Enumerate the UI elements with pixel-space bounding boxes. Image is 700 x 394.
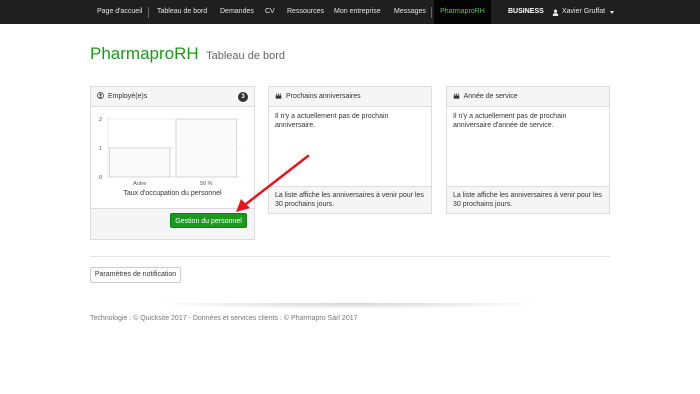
nav-messages[interactable]: Messages <box>394 0 426 24</box>
birthdays-panel: Prochains anniversaires Il n'y a actuell… <box>268 86 432 214</box>
user-circle-icon <box>97 92 104 99</box>
y-tick-label: 0 <box>99 175 102 181</box>
bar-1 <box>109 147 171 178</box>
nav-separator <box>431 7 432 18</box>
brand-title: PharmaproRH <box>90 44 199 63</box>
panel-body: Il n'y a actuellement pas de prochain an… <box>275 113 389 129</box>
cake-icon <box>275 93 282 99</box>
top-navbar: Page d'accueil Tableau de bord Demandes … <box>0 0 700 24</box>
panel-title: Prochains anniversaires <box>285 93 361 100</box>
x-tick-label: 50 % <box>200 181 213 187</box>
nav-home[interactable]: Page d'accueil <box>97 0 142 24</box>
panel-heading: Employé(e)s 3 <box>91 87 254 107</box>
page-title: PharmaproRH Tableau de bord <box>90 44 285 64</box>
nav-separator <box>148 7 149 18</box>
panel-footer: La liste affiche les anniversaires à ven… <box>269 186 431 213</box>
nav-cv[interactable]: CV <box>265 0 275 24</box>
panel-heading: Année de service <box>447 87 609 107</box>
caret-down-icon <box>610 10 615 14</box>
service-years-panel: Année de service Il n'y a actuellement p… <box>446 86 610 214</box>
chart-caption: Taux d'occupation du personnel <box>123 190 222 197</box>
user-name: Xavier Gruffat <box>562 8 606 15</box>
y-tick-label: 2 <box>99 117 102 123</box>
nav-my-company[interactable]: Mon entreprise <box>334 0 381 24</box>
panel-footer: La liste affiche les anniversaires à ven… <box>447 186 609 213</box>
nav-pharmaprorh[interactable]: PharmaproRH <box>434 0 491 24</box>
panel-title: Année de service <box>463 93 518 100</box>
nav-business[interactable]: BUSINESS <box>508 0 544 24</box>
x-tick-label: Autre <box>133 181 146 187</box>
footer-copyright: Technologie : © Quicksite 2017 - Données… <box>90 315 358 322</box>
y-tick-label: 1 <box>99 146 102 152</box>
user-menu[interactable]: Xavier Gruffat <box>552 0 615 24</box>
employee-count-badge: 3 <box>238 92 248 102</box>
panel-body: Il n'y a actuellement pas de prochain an… <box>453 113 567 129</box>
user-icon <box>552 8 559 16</box>
bar-2 <box>175 118 237 178</box>
nav-resources[interactable]: Ressources <box>287 0 324 24</box>
panel-footer: Gestion du personnel <box>91 208 254 239</box>
nav-requests[interactable]: Demandes <box>220 0 254 24</box>
panel-heading: Prochains anniversaires <box>269 87 431 107</box>
staff-management-button[interactable]: Gestion du personnel <box>170 213 247 228</box>
notification-settings-button[interactable]: Paramètres de notification <box>90 267 181 283</box>
section-divider <box>90 256 610 257</box>
page-subtitle: Tableau de bord <box>206 50 286 62</box>
footer-shadow <box>150 303 550 309</box>
nav-dashboard[interactable]: Tableau de bord <box>157 0 207 24</box>
panel-title: Employé(e)s <box>107 93 148 100</box>
cake-icon <box>453 93 460 99</box>
employees-panel: Employé(e)s 3 0 1 2 Autre 50 % Taux d'occupa… <box>90 86 255 240</box>
